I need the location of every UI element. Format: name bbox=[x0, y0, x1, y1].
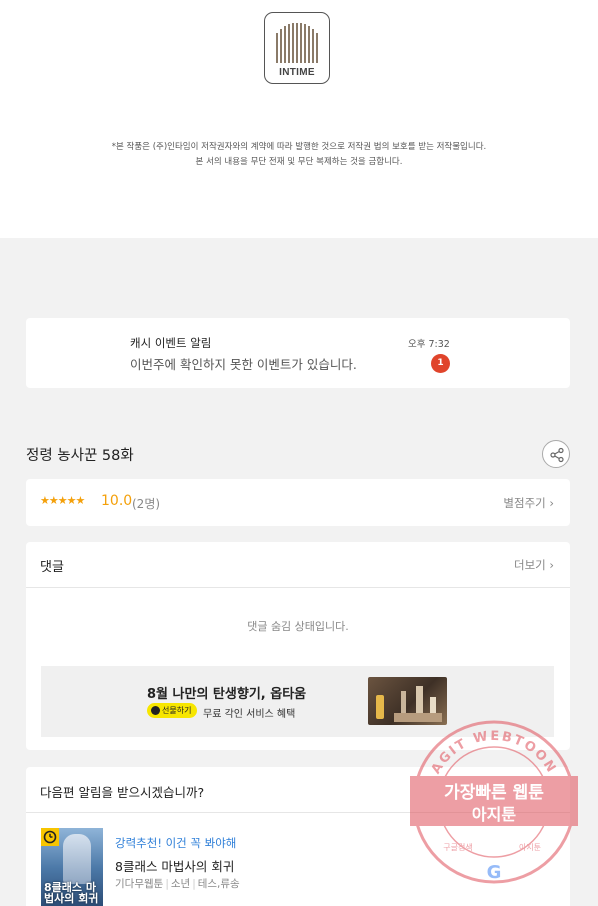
publisher-section: INTIME *본 작품은 (주)인타임이 저작권자와의 계약에 따라 발행한 … bbox=[0, 0, 598, 238]
comments-hidden-status: 댓글 숨김 상태입니다. bbox=[247, 620, 349, 633]
notification-time: 오후 7:32 bbox=[408, 339, 450, 350]
cash-event-notification[interactable]: 캐시 이벤트 알림 이번주에 확인하지 못한 이벤트가 있습니다. 오후 7:3… bbox=[26, 318, 570, 388]
divider bbox=[26, 587, 570, 588]
rating-card: ★★★★★ 10.0 (2명) 별점주기 › bbox=[26, 479, 570, 526]
intime-logo: INTIME bbox=[264, 12, 330, 84]
rating-score: 10.0 bbox=[101, 493, 133, 509]
thumbnail-figure bbox=[63, 834, 91, 884]
comments-card: 댓글 더보기 › 댓글 숨김 상태입니다. 8월 나만의 탄생향기, 옵타움 선… bbox=[26, 542, 570, 750]
next-episode-subscribe-card: 다음편 알림을 받으시겠습니까? 8클래스 마법사의 회귀 강력추천! 이건 꼭… bbox=[26, 767, 570, 906]
thumbnail-title: 8클래스 마법사의 회귀 bbox=[44, 881, 99, 905]
copyright-notice: *본 작품은 (주)인타임이 저작권자와의 계약에 따라 발행한 것으로 저작권… bbox=[0, 140, 598, 170]
recommend-title[interactable]: 8클래스 마법사의 회귀 bbox=[115, 856, 234, 875]
ad-product-image bbox=[368, 677, 447, 725]
comments-title: 댓글 bbox=[40, 560, 64, 575]
star-rating-icon: ★★★★★ bbox=[40, 494, 85, 507]
subscribe-question: 다음편 알림을 받으시겠습니까? bbox=[40, 785, 205, 800]
ad-banner[interactable]: 8월 나만의 탄생향기, 옵타움 선물하기 무료 각인 서비스 혜택 bbox=[41, 666, 554, 737]
notification-message: 이번주에 확인하지 못한 이벤트가 있습니다. bbox=[130, 357, 357, 372]
divider bbox=[26, 812, 570, 813]
meta-genre: 소년 bbox=[170, 878, 191, 890]
recommend-meta: 기다무웹툰 | 소년 | 테스,류송 bbox=[115, 878, 240, 890]
ad-title: 8월 나만의 탄생향기, 옵타움 bbox=[147, 687, 307, 702]
notice-line-2: 본 서의 내용을 무단 전재 및 무단 복제하는 것을 금합니다. bbox=[195, 157, 403, 167]
share-icon bbox=[550, 447, 564, 463]
notification-badge: 1 bbox=[431, 354, 450, 373]
gift-badge-label: 선물하기 bbox=[162, 706, 192, 715]
episode-title: 정령 농사꾼 58화 bbox=[26, 448, 134, 464]
wait-free-badge bbox=[41, 828, 59, 846]
chat-bubble-icon bbox=[151, 706, 160, 715]
rate-button[interactable]: 별점주기 › bbox=[503, 495, 554, 511]
logo-text: INTIME bbox=[279, 67, 315, 78]
meta-type: 기다무웹툰 bbox=[115, 878, 164, 890]
recommend-tag: 강력추천! 이건 꼭 봐야해 bbox=[115, 836, 237, 850]
gift-badge: 선물하기 bbox=[147, 703, 198, 718]
notification-title: 캐시 이벤트 알림 bbox=[130, 336, 212, 350]
meta-authors: 테스,류송 bbox=[197, 878, 240, 890]
ad-subtitle: 무료 각인 서비스 혜택 bbox=[203, 709, 296, 720]
clock-icon bbox=[43, 830, 57, 844]
rating-count: (2명) bbox=[132, 497, 161, 511]
logo-emblem-icon bbox=[276, 23, 318, 63]
notice-line-1: *본 작품은 (주)인타임이 저작권자와의 계약에 따라 발행한 것으로 저작권… bbox=[111, 142, 487, 152]
comments-more-link[interactable]: 더보기 › bbox=[514, 557, 554, 573]
share-button[interactable] bbox=[542, 440, 570, 468]
